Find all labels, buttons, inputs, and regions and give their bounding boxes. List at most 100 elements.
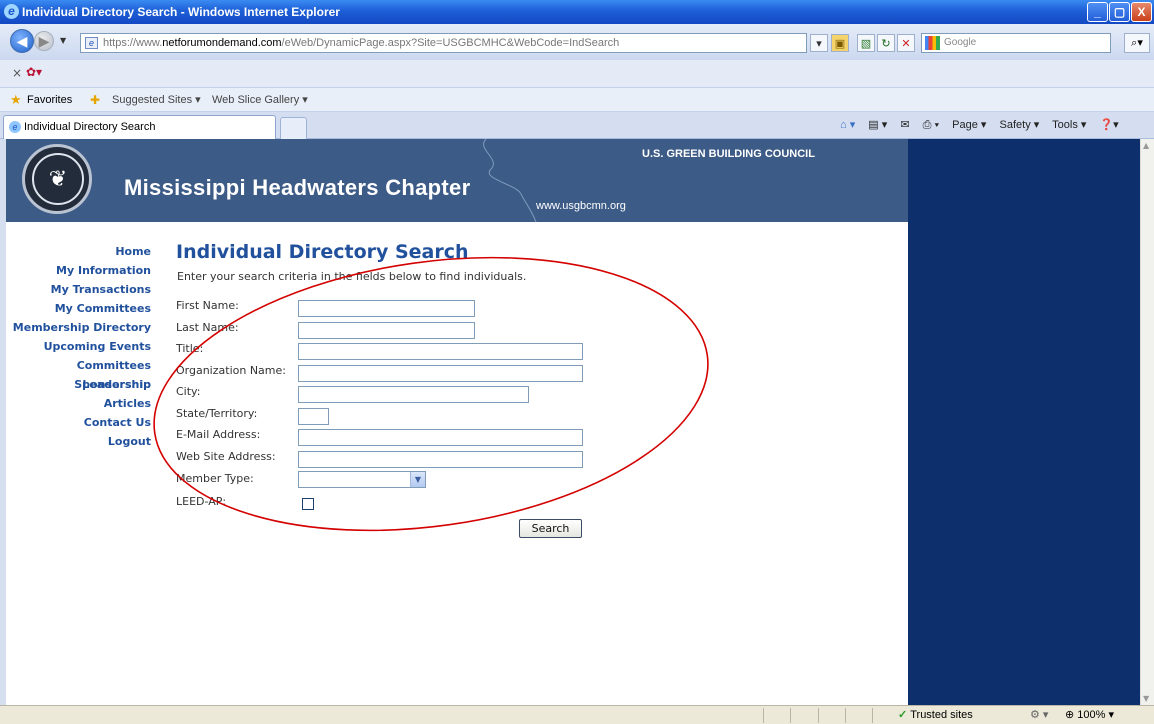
home-icon[interactable]: ⌂ ▾ [840, 119, 855, 131]
nav-contact-us[interactable]: Contact Us [6, 413, 151, 432]
maximize-button[interactable]: ▢ [1109, 2, 1130, 22]
nav-upcoming-events[interactable]: Upcoming Events [6, 337, 151, 356]
command-bar: ⌂ ▾ ▤ ▾ ✉ ⎙ ▾ Page ▾ Safety ▾ Tools ▾ ❓▾ [840, 118, 1129, 132]
back-button[interactable]: ◀ [10, 29, 34, 53]
scroll-down-icon[interactable]: ▼ [1143, 694, 1149, 703]
favorites-star-icon[interactable]: ★ [10, 88, 22, 112]
help-icon[interactable]: ❓▾ [1099, 119, 1118, 131]
leed-ap-checkbox[interactable] [302, 498, 314, 510]
zone-label: Trusted sites [910, 709, 973, 721]
mail-icon[interactable]: ✉ [900, 119, 909, 131]
nav-articles[interactable]: Articles [6, 394, 151, 413]
chapter-title: Mississippi Headwaters Chapter [124, 175, 471, 200]
leed-ap-label: LEED-AP: [176, 495, 227, 508]
web-site-address-label: Web Site Address: [176, 450, 276, 463]
tab-label: Individual Directory Search [24, 121, 156, 133]
member-type-select[interactable]: ▼ [298, 471, 426, 488]
status-separator [790, 708, 791, 723]
usgbc-chapter-logo[interactable]: ❦ [22, 144, 92, 214]
status-separator [763, 708, 764, 723]
favorites-button[interactable]: Favorites [27, 88, 72, 112]
state-territory-field[interactable] [298, 408, 329, 425]
security-zone[interactable]: ✓ Trusted sites [898, 706, 973, 724]
print-icon[interactable]: ⎙ ▾ [923, 119, 939, 131]
suggested-sites-link[interactable]: Suggested Sites ▾ [112, 88, 201, 112]
addon-icon[interactable]: ✿▾ [26, 65, 42, 79]
instructions-text: Enter your search criteria in the fields… [177, 270, 527, 283]
left-navigation: Home My Information My Transactions My C… [6, 242, 151, 451]
nav-membership-directory[interactable]: Membership Directory [6, 318, 151, 337]
google-icon [925, 36, 940, 50]
zoom-level[interactable]: ⊕ 100% ▾ [1065, 706, 1114, 724]
new-tab-button[interactable] [280, 117, 307, 139]
web-site-address-field[interactable] [298, 451, 583, 468]
forward-button[interactable]: ▶ [34, 31, 54, 51]
recent-pages-dropdown-icon[interactable]: ▼ [60, 36, 66, 45]
tools-menu[interactable]: Tools ▾ [1052, 119, 1086, 131]
nav-home[interactable]: Home [6, 242, 151, 261]
favorites-bar: ★ Favorites ✚ Suggested Sites ▾ Web Slic… [0, 88, 1154, 112]
search-input[interactable]: Google [921, 33, 1111, 53]
checkmark-icon: ✓ [898, 709, 908, 721]
nav-my-information[interactable]: My Information [6, 261, 151, 280]
address-dropdown-icon[interactable]: ▾ [810, 34, 828, 52]
search-button[interactable]: Search [519, 519, 582, 538]
feeds-icon[interactable]: ▤ ▾ [868, 119, 887, 131]
browser-window: e Individual Directory Search - Windows … [0, 0, 1154, 724]
window-title: Individual Directory Search - Windows In… [22, 5, 340, 19]
site-url[interactable]: www.usgbcmn.org [536, 200, 626, 212]
first-name-field[interactable] [298, 300, 475, 317]
tab-individual-directory-search[interactable]: e Individual Directory Search [3, 115, 276, 139]
nav-committees-leadership[interactable]: Committees Leadership [6, 356, 151, 391]
search-icon[interactable]: ⌕▾ [1124, 33, 1150, 53]
address-toolbar: ◀ ▶ ▼ e https://www.netforumondemand.com/… [0, 24, 1154, 60]
add-favorite-icon[interactable]: ✚ [90, 88, 100, 112]
page-menu[interactable]: Page ▾ [952, 119, 986, 131]
chevron-down-icon[interactable]: ▼ [410, 472, 425, 487]
vertical-scrollbar[interactable]: ▲ ▼ [1140, 139, 1154, 705]
scroll-up-icon[interactable]: ▲ [1143, 141, 1149, 150]
email-address-field[interactable] [298, 429, 583, 446]
url-prefix: https://www. [103, 37, 163, 49]
page-icon: e [85, 37, 98, 49]
toolbar-row: × ✿▾ [0, 60, 1154, 88]
nav-my-committees[interactable]: My Committees [6, 299, 151, 318]
minimize-button[interactable]: _ [1087, 2, 1108, 22]
nav-my-transactions[interactable]: My Transactions [6, 280, 151, 299]
email-address-label: E-Mail Address: [176, 428, 261, 441]
status-separator [872, 708, 873, 723]
safety-menu[interactable]: Safety ▾ [1000, 119, 1040, 131]
internet-explorer-icon: e [4, 4, 19, 19]
search-placeholder: Google [944, 37, 977, 48]
url-path: /eWeb/DynamicPage.aspx?Site=USGBCMHC&Web… [281, 37, 620, 49]
compatibility-view-icon[interactable]: ▧ [857, 34, 875, 52]
page-content: ❦ Mississippi Headwaters Chapter U.S. GR… [6, 139, 908, 705]
city-field[interactable] [298, 386, 529, 403]
status-separator [818, 708, 819, 723]
title-label: Title: [176, 342, 204, 355]
leaf-icon: ❦ [32, 153, 84, 205]
last-name-label: Last Name: [176, 321, 239, 334]
refresh-icon[interactable]: ↻ [877, 34, 895, 52]
stop-icon[interactable]: ✕ [897, 34, 915, 52]
page-icon: e [9, 121, 21, 133]
nav-logout[interactable]: Logout [6, 432, 151, 451]
right-panel [908, 139, 1140, 705]
title-field[interactable] [298, 343, 583, 360]
last-name-field[interactable] [298, 322, 475, 339]
web-slice-gallery-link[interactable]: Web Slice Gallery ▾ [212, 88, 308, 112]
status-bar: ✓ Trusted sites ⚙ ▾ ⊕ 100% ▾ [0, 705, 1154, 724]
page-title: Individual Directory Search [176, 241, 469, 263]
title-bar: e Individual Directory Search - Windows … [0, 0, 1154, 24]
address-input[interactable]: e https://www.netforumondemand.com/eWeb/D… [80, 33, 807, 53]
zoom-label: 100% ▾ [1077, 709, 1114, 721]
url-domain: netforumondemand.com [162, 37, 282, 49]
close-button[interactable]: X [1131, 2, 1152, 22]
organization-name: U.S. GREEN BUILDING COUNCIL [642, 148, 815, 160]
state-territory-label: State/Territory: [176, 407, 258, 420]
nav-sponsorship[interactable]: Sponsorship [6, 375, 151, 394]
protected-mode-icon[interactable]: ⚙ ▾ [1030, 706, 1048, 724]
lock-icon[interactable]: ▣ [831, 34, 849, 52]
organization-name-field[interactable] [298, 365, 583, 382]
close-toolbar-icon[interactable]: × [12, 66, 22, 80]
